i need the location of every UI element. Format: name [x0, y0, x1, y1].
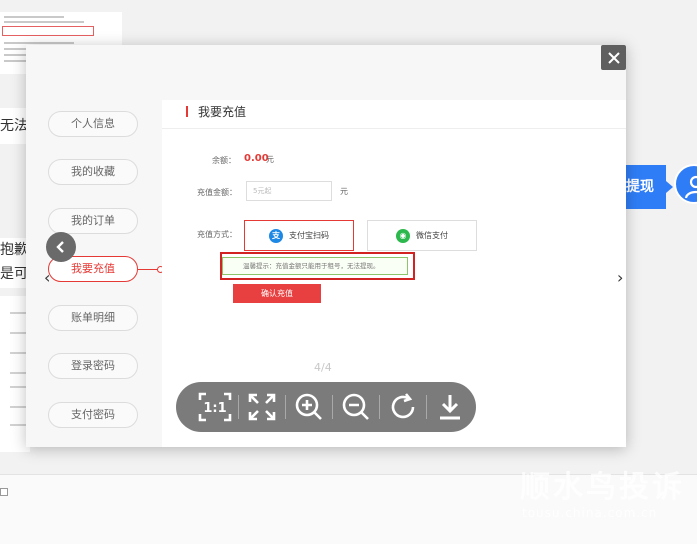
close-icon	[607, 51, 620, 64]
chevron-left-icon	[56, 241, 64, 253]
user-icon	[684, 175, 697, 199]
download-icon	[440, 395, 460, 420]
method-label: 充值方式：	[197, 230, 237, 239]
recharge-tip: 温馨提示：充值金额只能用于租号，无法提现。	[222, 257, 408, 275]
rotate-button[interactable]	[380, 382, 426, 432]
balance-unit: 元	[266, 155, 274, 164]
wechat-option[interactable]: ◉ 微信支付	[367, 220, 477, 251]
title-accent-bar	[186, 106, 188, 117]
prev-arrow-icon[interactable]: ‹	[44, 268, 50, 287]
viewer-toolbar: 1:1	[176, 382, 476, 432]
next-arrow-icon[interactable]: ›	[617, 268, 623, 287]
page-title: 我要充值	[198, 105, 247, 119]
watermark-url: tousu.china.com.cn	[522, 506, 658, 520]
close-button[interactable]	[601, 45, 626, 70]
alipay-label: 支付宝扫码	[289, 231, 329, 240]
amount-input[interactable]: 5元起	[246, 181, 332, 201]
alipay-option[interactable]: 支 支付宝扫码	[244, 220, 354, 251]
actual-size-label: 1:1	[203, 401, 226, 416]
zoom-in-icon	[295, 393, 322, 420]
confirm-recharge-button[interactable]: 确认充值	[233, 284, 321, 303]
background-checkbox[interactable]	[0, 488, 8, 496]
watermark: 顺水鸟投诉	[520, 470, 685, 505]
balance-value: 0.00	[244, 153, 269, 164]
sidebar-item-orders[interactable]: 我的订单	[48, 208, 138, 234]
sidebar-item-bills[interactable]: 账单明细	[48, 305, 138, 331]
rotate-icon	[391, 393, 415, 419]
zoom-out-icon	[342, 393, 369, 420]
withdraw-button[interactable]: 提现	[620, 165, 673, 209]
expand-icon	[248, 393, 276, 421]
avatar[interactable]	[674, 164, 697, 204]
sidebar-item-profile[interactable]: 个人信息	[48, 111, 138, 137]
fullscreen-button[interactable]	[239, 382, 285, 432]
wechat-label: 微信支付	[416, 231, 448, 240]
amount-unit: 元	[340, 187, 348, 196]
sidebar-item-login-password[interactable]: 登录密码	[48, 353, 138, 379]
alipay-icon: 支	[269, 228, 283, 243]
balance-label: 余额：	[212, 156, 236, 165]
download-button[interactable]	[427, 382, 473, 432]
page-indicator: 4/4	[314, 361, 332, 374]
actual-size-button[interactable]: 1:1	[192, 382, 238, 432]
previous-image-button[interactable]	[46, 232, 76, 262]
actual-size-icon: 1:1	[198, 392, 232, 422]
sidebar-item-pay-password[interactable]: 支付密码	[48, 402, 138, 428]
amount-label: 充值金额：	[197, 188, 237, 197]
zoom-in-button[interactable]	[286, 382, 332, 432]
wechat-icon: ◉	[396, 228, 410, 243]
sidebar-item-favorites[interactable]: 我的收藏	[48, 159, 138, 185]
zoom-out-button[interactable]	[333, 382, 379, 432]
panel-header: 我要充值	[162, 100, 626, 129]
